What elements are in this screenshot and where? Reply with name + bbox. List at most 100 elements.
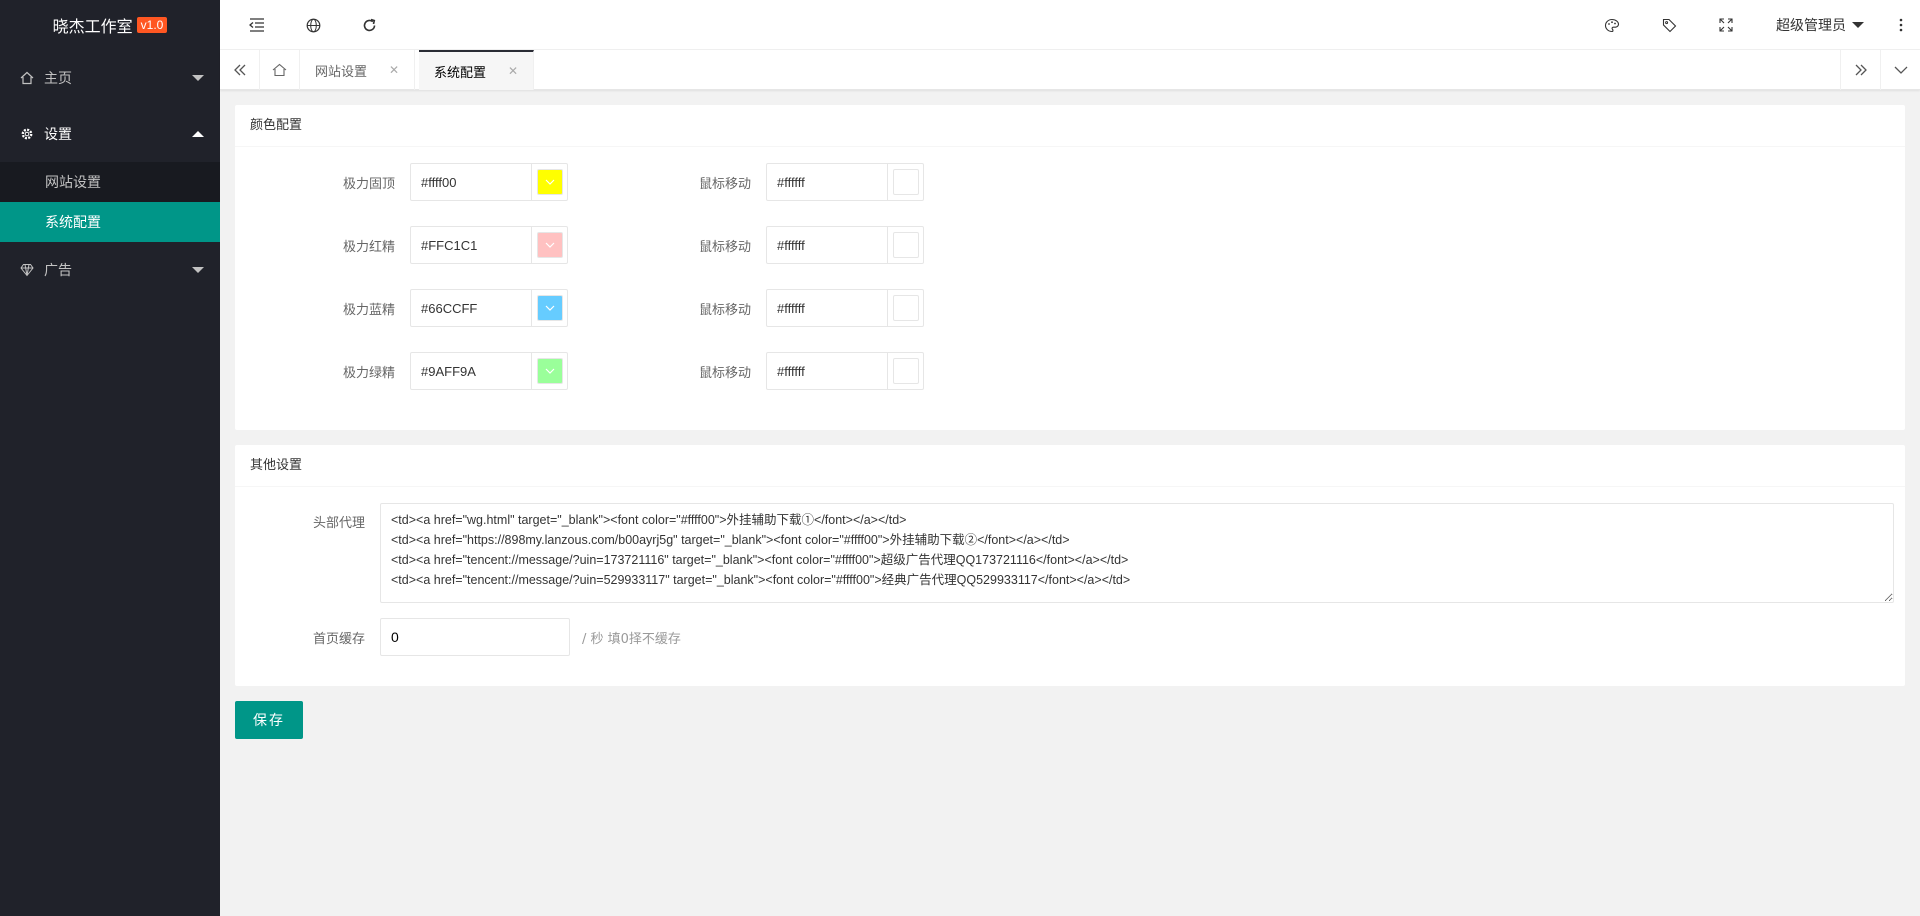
hover-color-value-input[interactable] <box>767 290 887 326</box>
hover-color-value-input[interactable] <box>767 164 887 200</box>
color-value-input[interactable] <box>411 353 531 389</box>
tab-home[interactable] <box>260 50 300 90</box>
tabs-scroll-left-button[interactable] <box>220 50 260 90</box>
color-row: 极力红精 鼠标移动 <box>235 226 924 264</box>
color-value-input[interactable] <box>411 227 531 263</box>
color-swatch <box>536 169 563 195</box>
sidebar-item-label: 设置 <box>44 127 72 143</box>
more-vertical-icon[interactable] <box>1892 16 1910 34</box>
fullscreen-icon[interactable] <box>1717 16 1735 34</box>
header-proxy-textarea[interactable]: <td><a href="wg.html" target="_blank"><f… <box>380 503 1894 603</box>
sidebar-item-home[interactable]: 主页 <box>0 50 220 106</box>
color-input-group <box>410 163 568 201</box>
theme-palette-icon[interactable] <box>1603 16 1621 34</box>
sidebar-item-ads[interactable]: 广告 <box>0 242 220 298</box>
globe-icon[interactable] <box>304 16 322 34</box>
home-icon <box>20 71 34 85</box>
app-logo[interactable]: 晓杰工作室 v1.0 <box>0 0 220 50</box>
field-label: 鼠标移动 <box>698 176 751 192</box>
caret-down-icon <box>1852 22 1864 28</box>
field-label: 鼠标移动 <box>698 302 751 318</box>
color-swatch <box>536 232 563 258</box>
tab-website-settings[interactable]: 网站设置 ✕ <box>300 50 416 90</box>
save-button[interactable]: 保存 <box>235 701 303 739</box>
menu-fold-icon[interactable] <box>248 16 266 34</box>
other-settings-card: 其他设置 头部代理 <td><a href="wg.html" target="… <box>235 445 1905 686</box>
tab-system-config[interactable]: 系统配置 ✕ <box>419 50 535 90</box>
color-picker-button[interactable] <box>887 227 923 263</box>
field-label: 极力红精 <box>342 239 395 255</box>
chevron-down-icon <box>545 179 554 185</box>
header-proxy-row: 头部代理 <td><a href="wg.html" target="_blan… <box>235 503 1894 603</box>
home-icon <box>272 63 287 77</box>
tab-bar: 网站设置 ✕ 系统配置 ✕ <box>220 50 1920 90</box>
settings-submenu: 网站设置 系统配置 <box>0 162 220 242</box>
color-swatch <box>536 295 563 321</box>
field-label: 鼠标移动 <box>698 365 751 381</box>
color-picker-button[interactable] <box>887 353 923 389</box>
cache-row: 首页缓存 / 秒 填0择不缓存 <box>235 618 681 656</box>
refresh-icon[interactable] <box>360 16 378 34</box>
color-value-input[interactable] <box>411 290 531 326</box>
sidebar-item-website-settings[interactable]: 网站设置 <box>0 162 220 202</box>
field-label: 极力蓝精 <box>342 302 395 318</box>
user-name: 超级管理员 <box>1776 18 1846 34</box>
sidebar: 晓杰工作室 v1.0 主页 设置 网站设置 系统配置 广告 <box>0 0 220 916</box>
color-value-input[interactable] <box>411 164 531 200</box>
tabs-scroll-right-button[interactable] <box>1840 50 1880 90</box>
color-swatch <box>536 358 563 384</box>
app-title: 晓杰工作室 <box>52 17 133 36</box>
chevron-down-icon <box>545 368 554 374</box>
chevron-down-icon <box>1894 66 1907 74</box>
hover-color-input-group <box>766 226 924 264</box>
chevron-down-icon <box>545 242 554 248</box>
sidebar-item-label: 主页 <box>44 71 72 87</box>
color-input-group <box>410 352 568 390</box>
card-title: 颜色配置 <box>235 105 1905 147</box>
tab-label: 网站设置 <box>315 64 368 80</box>
chevron-down-icon <box>192 267 204 273</box>
color-swatch <box>892 232 919 258</box>
color-picker-button[interactable] <box>531 164 567 200</box>
color-input-group <box>410 226 568 264</box>
cache-seconds-input[interactable] <box>380 618 570 656</box>
sidebar-item-system-config[interactable]: 系统配置 <box>0 202 220 242</box>
field-label: 极力绿精 <box>342 365 395 381</box>
card-title: 其他设置 <box>235 445 1905 487</box>
sidebar-item-settings[interactable]: 设置 <box>0 106 220 162</box>
color-picker-button[interactable] <box>531 290 567 326</box>
close-icon[interactable]: ✕ <box>389 63 399 77</box>
hover-color-input-group <box>766 352 924 390</box>
color-picker-button[interactable] <box>531 353 567 389</box>
close-icon[interactable]: ✕ <box>508 64 518 78</box>
color-row: 极力固顶 鼠标移动 <box>235 163 924 201</box>
color-config-card: 颜色配置 极力固顶 鼠标移动 极力红精 <box>235 105 1905 430</box>
hover-color-value-input[interactable] <box>767 353 887 389</box>
sidebar-item-label: 广告 <box>44 263 72 279</box>
field-label: 首页缓存 <box>312 631 365 647</box>
color-row: 极力蓝精 鼠标移动 <box>235 289 924 327</box>
color-picker-button[interactable] <box>531 227 567 263</box>
cache-hint: / 秒 填0择不缓存 <box>582 631 681 647</box>
tabs-menu-button[interactable] <box>1880 50 1920 90</box>
color-row: 极力绿精 鼠标移动 <box>235 352 924 390</box>
hover-color-value-input[interactable] <box>767 227 887 263</box>
gear-icon <box>20 127 34 141</box>
chevron-up-icon <box>192 131 204 137</box>
color-input-group <box>410 289 568 327</box>
field-label: 头部代理 <box>312 516 365 531</box>
diamond-icon <box>20 263 34 277</box>
hover-color-input-group <box>766 163 924 201</box>
tab-label: 系统配置 <box>434 65 487 81</box>
color-swatch <box>892 295 919 321</box>
top-header: 超级管理员 <box>220 0 1920 50</box>
double-chevron-right-icon <box>1855 64 1867 76</box>
chevron-down-icon <box>545 305 554 311</box>
color-swatch <box>892 358 919 384</box>
tag-icon[interactable] <box>1660 16 1678 34</box>
user-menu[interactable]: 超级管理员 <box>1776 15 1864 35</box>
color-picker-button[interactable] <box>887 164 923 200</box>
field-label: 鼠标移动 <box>698 239 751 255</box>
color-picker-button[interactable] <box>887 290 923 326</box>
color-swatch <box>892 169 919 195</box>
